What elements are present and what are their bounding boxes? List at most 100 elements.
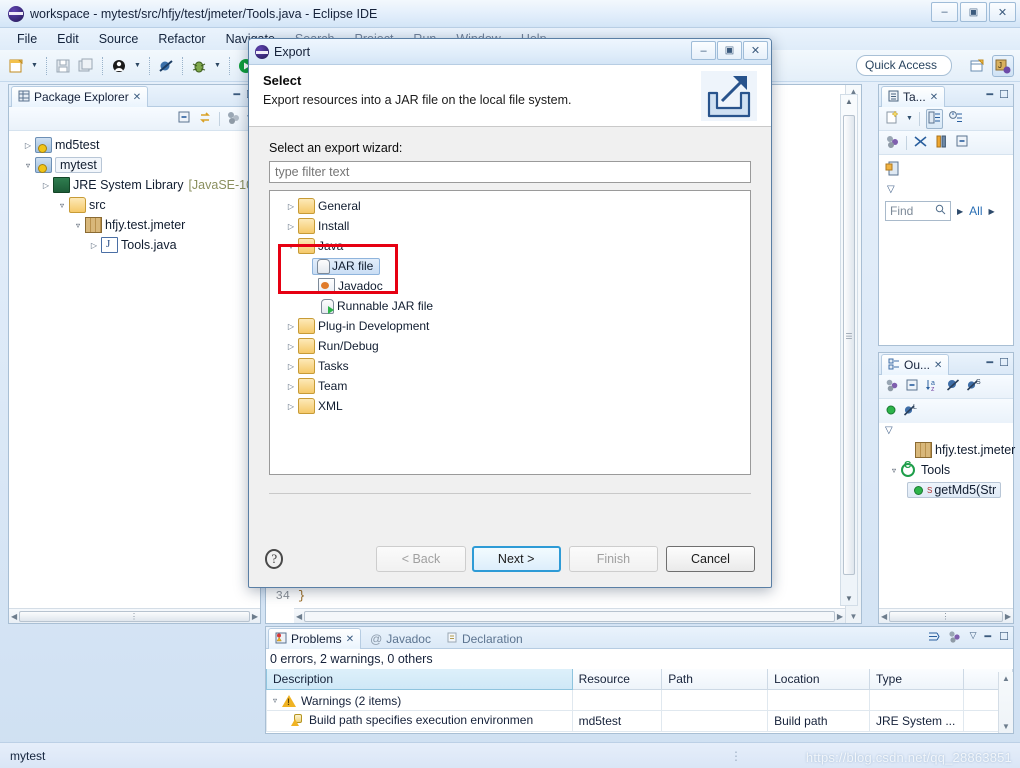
open-perspective-icon[interactable] xyxy=(966,55,988,77)
scroll-down-icon[interactable]: ▼ xyxy=(1002,722,1010,731)
twisty-expanded-icon[interactable]: ▿ xyxy=(887,466,901,475)
outline-item-tools[interactable]: ▿ Tools xyxy=(879,460,1013,480)
save-icon[interactable] xyxy=(53,56,73,76)
scroll-down-icon[interactable]: ▼ xyxy=(841,594,857,603)
table-row[interactable]: ▿ Warnings (2 items) xyxy=(266,689,1013,711)
twisty-collapsed-icon[interactable]: ▷ xyxy=(284,222,298,231)
scroll-right-icon[interactable]: ▶ xyxy=(837,612,843,621)
new-task-dropdown-icon[interactable]: ▼ xyxy=(906,115,913,122)
scroll-down-icon[interactable]: ▼ xyxy=(850,612,858,621)
maximize-icon[interactable]: ☐ xyxy=(999,630,1009,646)
maximize-icon[interactable]: ☐ xyxy=(999,88,1009,101)
outline-tree[interactable]: hfjy.test.jmeter ▿ Tools S getMd5(Str xyxy=(879,436,1015,500)
outline-item-package[interactable]: hfjy.test.jmeter xyxy=(879,440,1015,460)
finish-button[interactable]: Finish xyxy=(568,546,658,572)
quick-access-input[interactable]: Quick Access xyxy=(856,55,952,76)
tab-package-explorer[interactable]: Package Explorer ✕ xyxy=(11,86,149,107)
tree-item-md5test[interactable]: ▷ md5test xyxy=(9,135,260,155)
collapse-all-icon[interactable] xyxy=(905,378,919,395)
dialog-maximize-button[interactable]: ▣ xyxy=(717,41,742,60)
tree-item-jre-system-library[interactable]: ▷ JRE System Library [JavaSE-10] xyxy=(9,175,260,195)
wizard-item-xml[interactable]: ▷ XML xyxy=(278,396,750,416)
twisty-collapsed-icon[interactable]: ▷ xyxy=(284,322,298,331)
scroll-right-icon[interactable]: ▶ xyxy=(1005,612,1011,621)
close-icon[interactable]: ✕ xyxy=(930,92,938,103)
tree-item-src[interactable]: ▿ src xyxy=(9,195,260,215)
menu-file[interactable]: File xyxy=(8,30,46,48)
filters-icon[interactable] xyxy=(913,134,928,152)
help-button[interactable]: ? xyxy=(265,549,284,569)
minimize-icon[interactable]: ━ xyxy=(234,88,241,101)
wizard-item-run-debug[interactable]: ▷ Run/Debug xyxy=(278,336,750,356)
tree-item-tools-java[interactable]: ▷ Tools.java xyxy=(9,235,260,255)
close-button[interactable]: ✕ xyxy=(989,2,1016,22)
synchronize-icon[interactable] xyxy=(934,134,949,152)
focus-on-selection-icon[interactable] xyxy=(926,630,940,646)
table-row[interactable]: Build path specifies execution environme… xyxy=(266,709,1013,732)
synchronize-icon[interactable] xyxy=(948,630,962,646)
twisty-collapsed-icon[interactable]: ▷ xyxy=(39,181,53,190)
focus-icon[interactable] xyxy=(885,134,900,152)
window-controls[interactable]: – ▣ ✕ xyxy=(931,2,1016,22)
package-explorer-hscrollbar[interactable]: ◀ ⋮ ▶ xyxy=(9,608,260,623)
minimize-icon[interactable]: ━ xyxy=(987,88,994,101)
menu-source[interactable]: Source xyxy=(90,30,148,48)
hide-fields-icon[interactable] xyxy=(946,378,960,395)
scrollbar-thumb[interactable]: ☰ xyxy=(843,115,855,575)
outline-hscrollbar[interactable]: ◀ ⋮ ▶ xyxy=(879,608,1013,623)
dialog-close-button[interactable]: ✕ xyxy=(743,41,768,60)
tab-javadoc[interactable]: @ Javadoc xyxy=(363,628,438,649)
find-scope-label[interactable]: All xyxy=(969,204,982,218)
find-prev-icon[interactable]: ▶ xyxy=(957,207,963,216)
package-explorer-toolbar[interactable]: ▽ xyxy=(9,107,260,131)
sort-icon[interactable]: az xyxy=(925,378,940,395)
skip-breakpoints-icon[interactable] xyxy=(156,56,176,76)
wizard-item-plug-in-development[interactable]: ▷ Plug-in Development xyxy=(278,316,750,336)
task-list-toolbar-row2[interactable] xyxy=(879,131,1013,155)
dialog-minimize-button[interactable]: – xyxy=(691,41,716,60)
save-all-icon[interactable] xyxy=(76,56,96,76)
link-with-editor-icon[interactable] xyxy=(198,110,213,128)
menu-refactor[interactable]: Refactor xyxy=(149,30,214,48)
view-menu-chevron-icon[interactable]: ▽ xyxy=(879,423,1013,436)
twisty-collapsed-icon[interactable]: ▷ xyxy=(87,241,101,250)
task-list-window-controls[interactable]: ━ ☐ xyxy=(987,88,1010,101)
twisty-collapsed-icon[interactable]: ▷ xyxy=(284,342,298,351)
column-description[interactable]: Description xyxy=(266,669,573,690)
twisty-expanded-icon[interactable]: ▿ xyxy=(284,242,298,251)
editor-outer-vscrollbar[interactable]: ▲ ☰ ▼ xyxy=(840,94,858,606)
twisty-expanded-icon[interactable]: ▿ xyxy=(71,221,85,230)
hide-static-icon[interactable]: S xyxy=(966,378,981,395)
new-task-icon[interactable] xyxy=(885,109,900,128)
outline-window-controls[interactable]: ━ ☐ xyxy=(987,356,1010,369)
search-icon[interactable] xyxy=(935,204,946,218)
minimize-icon[interactable]: ━ xyxy=(987,356,994,369)
new-wizard-icon[interactable] xyxy=(6,56,26,76)
toggle-mark-occurrences-icon[interactable] xyxy=(109,56,129,76)
scroll-up-icon[interactable]: ▲ xyxy=(1002,674,1010,683)
task-list-toolbar-row1[interactable]: ▼ xyxy=(879,107,1013,131)
scroll-left-icon[interactable]: ◀ xyxy=(881,612,887,621)
minimize-button[interactable]: – xyxy=(931,2,958,22)
task-list-find-row[interactable]: Find ▶ All ▶ xyxy=(879,195,1013,221)
twisty-collapsed-icon[interactable]: ▷ xyxy=(21,141,35,150)
problems-window-controls[interactable]: ▽ ━ ☐ xyxy=(926,630,1009,646)
cancel-button[interactable]: Cancel xyxy=(665,546,755,572)
perspective-bar[interactable]: J xyxy=(966,55,1014,77)
column-path[interactable]: Path xyxy=(661,669,769,690)
column-resource[interactable]: Resource xyxy=(571,669,663,690)
tab-task-list[interactable]: Ta... ✕ xyxy=(881,86,946,107)
twisty-collapsed-icon[interactable]: ▷ xyxy=(284,202,298,211)
schedule-icon[interactable] xyxy=(949,110,963,127)
column-type[interactable]: Type xyxy=(868,669,965,690)
wizard-item-install[interactable]: ▷ Install xyxy=(278,216,750,236)
scroll-up-icon[interactable]: ▲ xyxy=(841,97,857,106)
view-menu-chevron-icon[interactable]: ▽ xyxy=(885,184,1007,195)
categorize-icon[interactable] xyxy=(925,108,943,129)
wizard-item-java[interactable]: ▿ Java xyxy=(278,236,750,256)
task-list-extra-tools[interactable]: ▽ xyxy=(879,155,1013,195)
outline-toolbar-row1[interactable]: az S xyxy=(879,375,1013,399)
twisty-expanded-icon[interactable]: ▿ xyxy=(55,201,69,210)
twisty-collapsed-icon[interactable]: ▷ xyxy=(284,382,298,391)
wizard-item-runnable-jar-file[interactable]: Runnable JAR file xyxy=(278,296,750,316)
